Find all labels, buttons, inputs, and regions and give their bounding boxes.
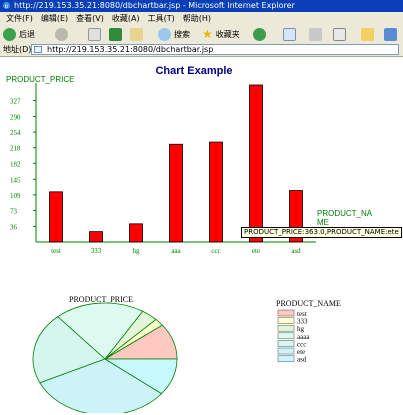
print-icon [309,27,322,41]
page-icon [34,46,42,53]
chart-title: Chart Example [155,65,232,77]
back-label: 后退 [19,29,35,39]
bar[interactable] [89,231,103,243]
y-tick-label: 145 [10,176,21,184]
page-content: Chart Example PRODUCT_PRICE 36 73 109 145 18… [0,57,403,415]
search-icon [158,27,171,41]
legend-swatch [277,309,295,317]
y-tick-label: 182 [10,160,21,168]
search-label: 搜索 [174,29,190,39]
mail-icon [283,27,296,41]
legend-swatch [277,332,295,340]
menu-view[interactable]: 查看(V) [76,12,104,25]
address-url: http://219.153.35.21:8080/dbchartbar.jsp [47,45,214,54]
x-tick-label: 333 [91,247,102,255]
bar[interactable] [209,141,223,243]
x-tick-label: aaaa [171,247,181,257]
x-tick-label: ccc [211,247,220,255]
address-bar: 地址(D) http://219.153.35.21:8080/dbchartb… [0,43,403,57]
edit-button[interactable] [333,27,346,41]
bar[interactable] [249,84,263,243]
stop-icon [88,27,101,41]
bar-tooltip: PRODUCT_PRICE:363.0,PRODUCT_NAME:ete [241,227,402,238]
x-tick-label: ete [252,247,260,255]
pie-title: PRODUCT_PRICE [69,295,133,304]
toolbar: 后退 搜索 ★ 收藏夹 [0,25,403,44]
pie-slices [32,302,178,413]
window-title-bar: e http://219.153.35.21:8080/dbchartbar.j… [0,0,403,12]
y-tick-label: 254 [10,129,21,137]
media-icon [253,27,266,41]
legend-label: asd [297,356,307,364]
x-tick-label: asd [291,247,301,255]
refresh-button[interactable] [109,27,122,41]
back-button[interactable]: 后退 [3,27,35,41]
legend-title: PRODUCT_NAME [276,299,341,308]
internet-explorer-icon: e [2,1,11,10]
address-label: 地址(D) [3,45,32,54]
print-button[interactable] [309,27,322,41]
y-tick-label: 290 [10,114,21,122]
legend-swatch [277,355,295,362]
pie-chart: PRODUCT_PRICE PRODUCT_NAME test333hgaaaa… [32,295,341,413]
address-input[interactable]: http://219.153.35.21:8080/dbchartbar.jsp [31,44,399,55]
y-tick-label: 327 [10,98,21,106]
refresh-icon [109,27,122,41]
back-arrow-icon [3,27,16,41]
edit-icon [333,27,346,41]
discuss-button[interactable] [361,27,374,41]
legend-swatch [277,324,295,332]
pie-legend: test333hgaaaaccceteasd [277,309,310,364]
y-axis-label: PRODUCT_PRICE [6,75,74,84]
x-axis-ticks: test 333 hg aaaa ccc ete asd [51,247,301,257]
folder-icon [361,27,374,41]
forward-arrow-icon [55,27,68,41]
legend-swatch [277,347,295,355]
x-axis-label: PRODUCT_NA ME [317,209,373,227]
menu-bar: 文件(F) 编辑(E) 查看(V) 收藏(A) 工具(T) 帮助(H) [0,12,403,25]
y-tick-label: 109 [10,192,21,200]
bars [49,84,303,243]
messenger-button[interactable] [384,27,397,41]
menu-file[interactable]: 文件(F) [6,12,33,25]
y-tick-label: 218 [10,145,21,153]
menu-favorites[interactable]: 收藏(A) [112,12,140,25]
favorites-label: 收藏夹 [215,29,240,39]
menu-tools[interactable]: 工具(T) [148,12,175,25]
y-axis-ticks: 36 73 109 145 182 218 254 290 327 [10,98,36,231]
menu-help[interactable]: 帮助(H) [183,12,211,25]
legend-swatch [277,317,295,324]
home-button[interactable] [130,27,143,41]
favorites-button[interactable]: ★ 收藏夹 [202,27,240,41]
home-icon [130,27,143,41]
y-tick-label: 36 [10,223,18,231]
forward-button[interactable] [55,27,68,41]
stop-button[interactable] [88,27,101,41]
bar[interactable] [129,223,143,243]
x-tick-label: test [51,247,61,255]
x-tick-label: hg [133,247,141,255]
menu-edit[interactable]: 编辑(E) [41,12,68,25]
search-button[interactable]: 搜索 [158,27,190,41]
mail-button[interactable] [283,27,296,41]
bar[interactable] [169,143,183,243]
y-tick-label: 73 [10,207,18,215]
messenger-icon [384,27,397,41]
svg-text:e: e [5,3,9,10]
legend-swatch [277,340,295,347]
bar[interactable] [49,191,63,243]
media-button[interactable] [253,27,266,41]
window-title: http://219.153.35.21:8080/dbchartbar.jsp… [14,1,295,10]
star-icon: ★ [202,27,213,41]
